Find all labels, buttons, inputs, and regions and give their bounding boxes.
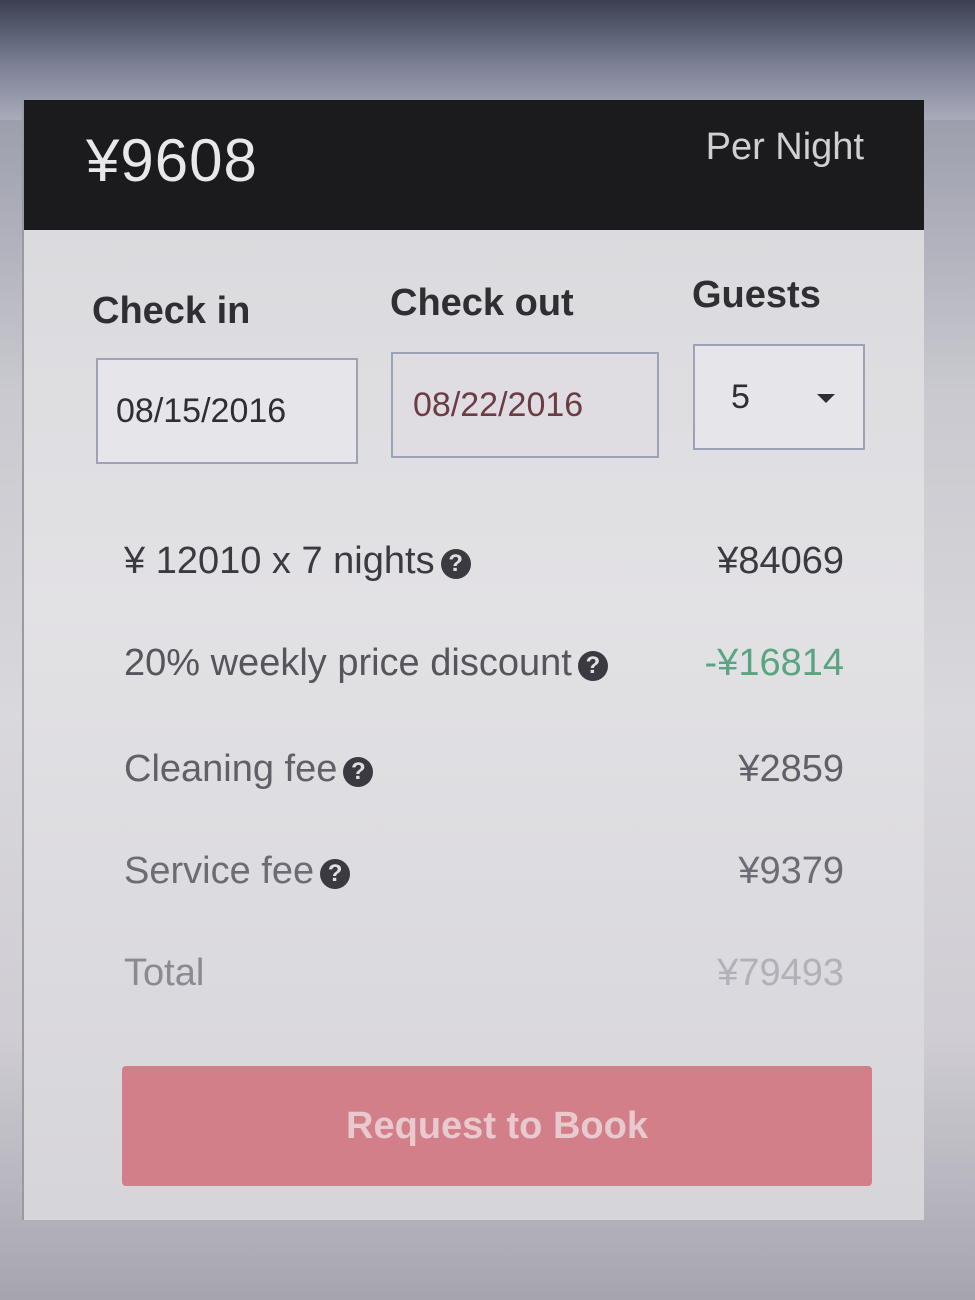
cleaning-fee-value: ¥2859	[738, 748, 844, 790]
check-out-value: 08/22/2016	[413, 385, 584, 424]
check-in-input[interactable]: 08/15/2016	[96, 358, 358, 464]
total-row: Total ¥79493	[124, 952, 844, 1012]
per-night-label: Per Night	[705, 126, 864, 168]
service-fee-label: Service fee	[124, 850, 315, 892]
price-header: ¥9608 Per Night	[24, 100, 924, 230]
nightly-subtotal-label: ¥ 12010 x 7 nights	[124, 540, 435, 582]
help-icon[interactable]: ?	[343, 757, 374, 787]
weekly-discount-label: 20% weekly price discount	[124, 642, 572, 684]
weekly-discount-value: -¥16814	[704, 642, 844, 684]
cleaning-fee-row: Cleaning fee? ¥2859	[124, 748, 844, 808]
guests-label: Guests	[692, 274, 821, 316]
nightly-price: ¥9608	[86, 127, 258, 194]
check-in-value: 08/15/2016	[116, 391, 287, 430]
help-icon[interactable]: ?	[440, 549, 471, 579]
service-fee-row: Service fee? ¥9379	[124, 850, 844, 910]
check-in-label: Check in	[92, 290, 251, 332]
nightly-subtotal-row: ¥ 12010 x 7 nights? ¥84069	[124, 540, 844, 600]
nightly-subtotal-value: ¥84069	[717, 540, 844, 582]
help-icon[interactable]: ?	[320, 859, 351, 889]
total-value: ¥79493	[717, 952, 844, 994]
guests-value: 5	[731, 377, 750, 416]
help-icon[interactable]: ?	[577, 651, 608, 681]
check-out-input[interactable]: 08/22/2016	[391, 352, 659, 458]
booking-widget: ¥9608 Per Night Check in Check out Guest…	[22, 100, 924, 1220]
weekly-discount-row: 20% weekly price discount? -¥16814	[124, 642, 844, 702]
check-out-label: Check out	[390, 282, 574, 324]
cleaning-fee-label: Cleaning fee	[124, 748, 338, 790]
total-label: Total	[124, 952, 205, 994]
request-to-book-button[interactable]: Request to Book	[122, 1066, 872, 1186]
guests-select[interactable]: 5	[693, 344, 865, 450]
service-fee-value: ¥9379	[738, 850, 844, 892]
chevron-down-icon	[817, 394, 835, 403]
